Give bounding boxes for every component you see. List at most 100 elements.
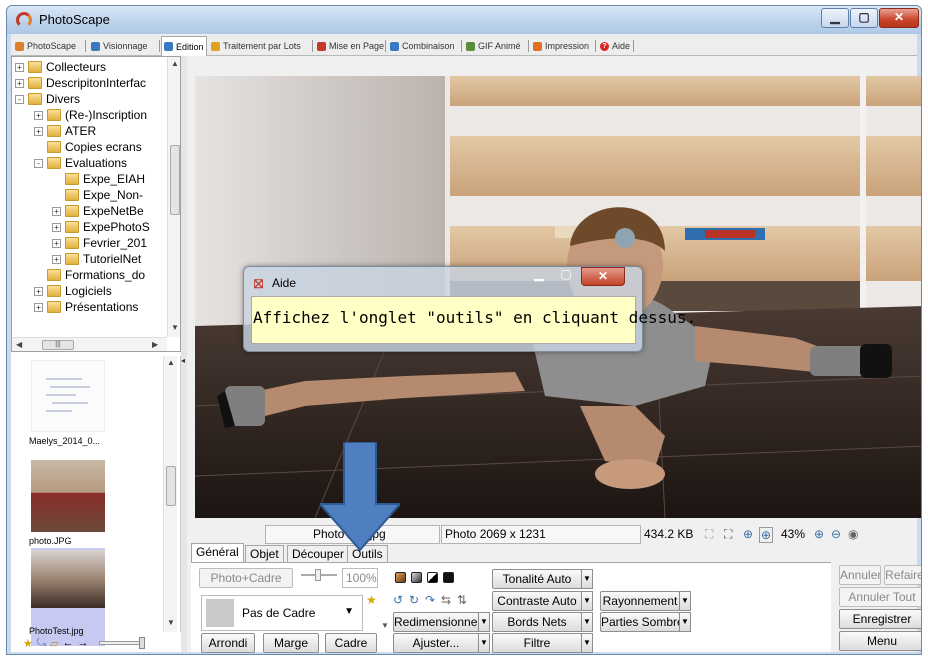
grayscale-effect-icon[interactable] [411, 572, 422, 583]
frame-select[interactable]: Pas de Cadre ▼ [201, 595, 363, 631]
thumbnail[interactable]: Maelys_2014_0... [29, 360, 105, 446]
zoom-fit-icon[interactable]: ⊕ [759, 527, 774, 543]
tab-aide[interactable]: ? Aide [598, 37, 632, 55]
maximize-button[interactable]: ▢ [850, 8, 878, 28]
undo-all-button[interactable]: Annuler Tout [839, 587, 921, 607]
tab-combinaison[interactable]: Combinaison [388, 37, 457, 55]
expand-icon[interactable]: + [15, 62, 24, 72]
resize-button[interactable]: Redimensionner [393, 612, 479, 632]
scroll-up-icon[interactable]: ▲ [167, 358, 175, 367]
tree-item[interactable]: + TutorielNet [52, 251, 141, 267]
tree-item[interactable]: Expe_Non- [52, 187, 143, 203]
expand-icon[interactable]: + [52, 222, 61, 232]
dark-parts-dropdown-icon[interactable]: ▼ [679, 612, 691, 632]
expand-icon[interactable]: + [15, 78, 24, 88]
filter-button[interactable]: Filtre [492, 633, 582, 653]
tab-mise-en-page[interactable]: Mise en Page [315, 37, 386, 55]
filter-dropdown-icon[interactable]: ▼ [581, 633, 593, 653]
info-icon[interactable]: ◉ [848, 527, 858, 541]
slider-knob[interactable] [138, 637, 145, 649]
rotate-icon[interactable]: ↷ [425, 593, 435, 607]
tab-photoscape[interactable]: PhotoScape [13, 37, 78, 55]
tree-horizontal-scrollbar[interactable]: ◀ ||| ▶ [12, 337, 167, 351]
rotate-right-icon[interactable]: ↻ [409, 593, 419, 607]
adjust-dropdown-icon[interactable]: ▼ [478, 633, 490, 653]
tree-item[interactable]: + ExpePhotoS [52, 219, 150, 235]
black-white-effect-icon[interactable] [427, 572, 438, 583]
back-arrow-icon[interactable]: ← [63, 637, 74, 649]
glow-button[interactable]: Rayonnement [600, 591, 680, 611]
aide-minimize-button[interactable]: ▁ [526, 267, 552, 285]
photo-frame-button[interactable]: Photo+Cadre [199, 568, 293, 588]
scroll-up-icon[interactable]: ▲ [171, 59, 179, 68]
aide-maximize-button[interactable]: ▢ [553, 267, 579, 285]
scroll-right-icon[interactable]: ▶ [152, 340, 158, 349]
collapse-left-icon[interactable]: ◂ [181, 356, 185, 365]
auto-contrast-dropdown-icon[interactable]: ▼ [581, 591, 593, 611]
collapse-icon[interactable]: - [34, 158, 43, 168]
undo-button[interactable]: Annuler [839, 565, 881, 585]
tab-impression[interactable]: Impression [531, 37, 591, 55]
tree-item[interactable]: Expe_EIAH [52, 171, 145, 187]
tree-item[interactable]: + Logiciels [34, 283, 112, 299]
tree-item[interactable]: + (Re-)Inscription [34, 107, 147, 123]
thumbnails-vertical-scrollbar[interactable]: ▲ ▼ [163, 356, 177, 632]
tree-item[interactable]: + Présentations [34, 299, 138, 315]
panel-splitter[interactable]: ◂ [181, 56, 187, 652]
favorite-star-icon[interactable]: ★ [366, 593, 377, 607]
auto-tone-button[interactable]: Tonalité Auto [492, 569, 582, 589]
folder-open-icon[interactable]: ▱ [50, 637, 58, 650]
slider-knob[interactable] [315, 569, 321, 581]
rotate-left-icon[interactable]: ↺ [393, 593, 403, 607]
tab-gif-anime[interactable]: GIF Animé [464, 37, 523, 55]
scroll-left-icon[interactable]: ◀ [16, 340, 22, 349]
flip-horizontal-icon[interactable]: ⇆ [441, 593, 451, 607]
save-button[interactable]: Enregistrer [839, 609, 921, 629]
star-icon[interactable]: ★ [23, 637, 33, 650]
frame-button[interactable]: Cadre [325, 633, 377, 653]
tab-general[interactable]: Général [191, 543, 244, 563]
forward-arrow-icon[interactable]: → [78, 637, 89, 649]
tree-item[interactable]: Formations_do [34, 267, 145, 283]
tree-item[interactable]: + Fevrier_201 [52, 235, 147, 251]
round-button[interactable]: Arrondi [201, 633, 255, 653]
opacity-slider[interactable] [301, 569, 337, 581]
scroll-down-icon[interactable]: ▼ [381, 621, 389, 630]
adjust-button[interactable]: Ajuster... [393, 633, 479, 653]
expand-icon[interactable]: + [34, 126, 43, 136]
menu-button[interactable]: Menu [839, 631, 921, 651]
tree-item[interactable]: + DescripitonInterfac [15, 75, 146, 91]
dark-parts-button[interactable]: Parties Sombres [600, 612, 680, 632]
aide-close-button[interactable]: ✕ [581, 267, 625, 286]
tree-horizontal-scroll-thumb[interactable]: ||| [42, 340, 74, 350]
margin-button[interactable]: Marge [263, 633, 319, 653]
minimize-button[interactable]: ▁ [821, 8, 849, 28]
zoom-icon[interactable]: ⊕ [743, 527, 753, 541]
scroll-down-icon[interactable]: ▼ [167, 618, 175, 627]
tab-traitement-par-lots[interactable]: Traitement par Lots [209, 37, 303, 55]
tab-objet[interactable]: Objet [245, 545, 284, 563]
close-button[interactable]: ✕ [879, 8, 919, 28]
fit-icon[interactable]: ⛶ [705, 527, 713, 542]
tree-item[interactable]: - Evaluations [34, 155, 127, 171]
collapse-icon[interactable]: - [15, 94, 24, 104]
glow-dropdown-icon[interactable]: ▼ [679, 591, 691, 611]
thumbnail[interactable]: photo.JPG [29, 460, 105, 546]
redo-button[interactable]: Refaire [884, 565, 921, 585]
thumbnail-size-slider[interactable] [98, 637, 145, 649]
resize-dropdown-icon[interactable]: ▼ [478, 612, 490, 632]
opacity-field[interactable]: 100% [342, 568, 378, 588]
title-bar[interactable]: PhotoScape ▁ ▢ ✕ [7, 6, 921, 34]
expand-icon[interactable]: + [52, 206, 61, 216]
expand-icon[interactable]: + [34, 286, 43, 296]
tree-vertical-scroll-thumb[interactable] [170, 145, 180, 215]
zoom-in-icon[interactable]: ⊕ [814, 527, 824, 541]
expand-icon[interactable]: + [34, 110, 43, 120]
auto-tone-dropdown-icon[interactable]: ▼ [581, 569, 593, 589]
actual-size-icon[interactable]: ⛶ [724, 527, 732, 542]
tree-item[interactable]: + ATER [34, 123, 96, 139]
expand-icon[interactable]: + [52, 238, 61, 248]
sepia-effect-icon[interactable] [395, 572, 406, 583]
expand-icon[interactable]: + [34, 302, 43, 312]
tab-visionnage[interactable]: Visionnage [89, 37, 149, 55]
